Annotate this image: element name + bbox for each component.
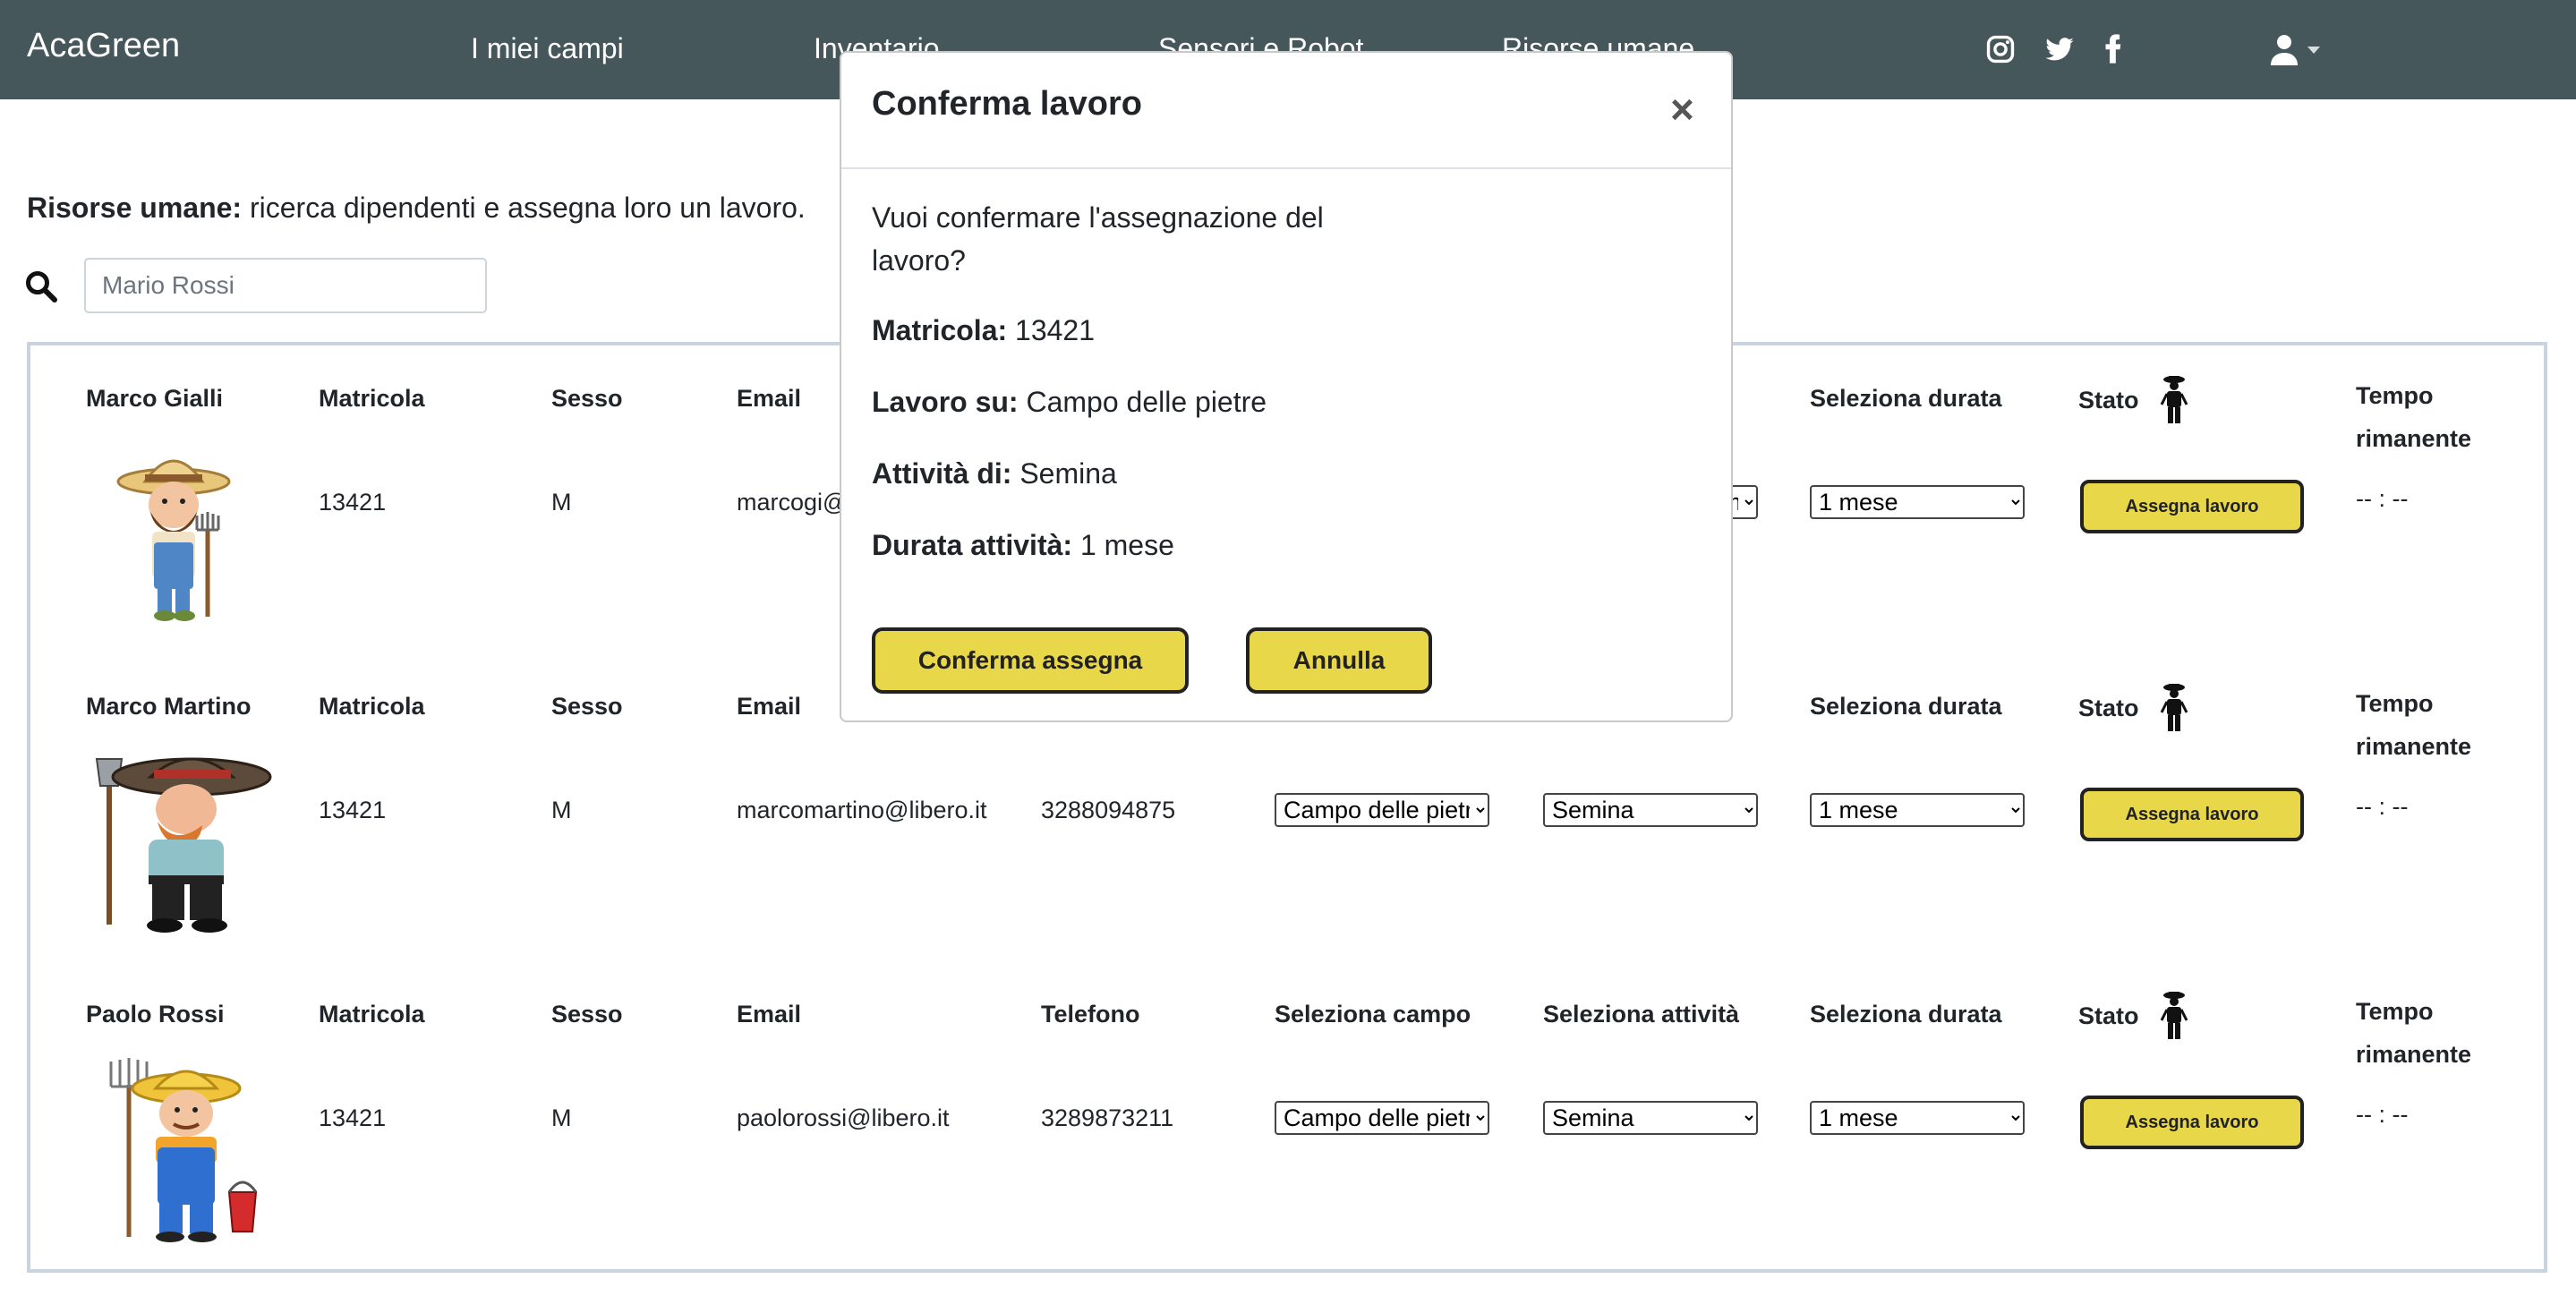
header-telefono: Telefono xyxy=(1041,1001,1140,1027)
assign-job-button[interactable]: Assegna lavoro xyxy=(2080,1096,2304,1149)
assign-job-button[interactable]: Assegna lavoro xyxy=(2080,480,2304,533)
employee-name: Marco Martino xyxy=(86,693,252,720)
header-durata: Seleziona durata xyxy=(1810,693,2002,720)
header-durata: Seleziona durata xyxy=(1810,385,2002,412)
header-email: Email xyxy=(737,385,802,412)
header-tempo: Tempo rimanente xyxy=(2356,690,2472,760)
modal-title: Conferma lavoro xyxy=(872,85,1142,123)
page-intro: Risorse umane: ricerca dipendenti e asse… xyxy=(27,192,806,225)
intro-text: ricerca dipendenti e assegna loro un lav… xyxy=(242,192,806,224)
header-sesso: Sesso xyxy=(551,1001,623,1027)
header-stato: Stato xyxy=(2078,695,2139,721)
employee-email: paolorossi@libero.it xyxy=(737,1104,950,1131)
farmer-avatar-3 xyxy=(109,1058,258,1242)
select-attivita[interactable]: Semina xyxy=(1543,793,1758,827)
modal-lavoro: Lavoro su: Campo delle pietre xyxy=(872,386,1267,419)
header-matricola: Matricola xyxy=(319,385,425,412)
header-tempo: Tempo rimanente xyxy=(2356,382,2472,452)
farmer-avatar-2 xyxy=(95,757,272,933)
confirm-assign-button[interactable]: Conferma assegna xyxy=(872,627,1189,694)
remaining-time: -- : -- xyxy=(2356,485,2409,512)
header-tempo: Tempo rimanente xyxy=(2356,998,2472,1068)
durata-label: Durata attività: xyxy=(872,529,1073,561)
chevron-down-icon xyxy=(2307,47,2320,54)
attivita-value: Semina xyxy=(1011,457,1117,490)
assign-job-button[interactable]: Assegna lavoro xyxy=(2080,788,2304,841)
worker-status-icon xyxy=(2160,684,2188,731)
header-campo: Seleziona campo xyxy=(1275,1001,1471,1027)
employee-name: Paolo Rossi xyxy=(86,1001,225,1027)
facebook-icon[interactable] xyxy=(2098,34,2128,64)
employee-matricola: 13421 xyxy=(319,1104,387,1131)
close-icon[interactable]: × xyxy=(1670,89,1694,130)
durata-value: 1 mese xyxy=(1072,529,1174,561)
farmer-avatar-1 xyxy=(116,459,231,621)
employee-email: marcogi@ xyxy=(737,489,848,516)
cancel-button[interactable]: Annulla xyxy=(1246,627,1432,694)
nav-link-miei-campi[interactable]: I miei campi xyxy=(471,32,624,65)
employee-name: Marco Gialli xyxy=(86,385,224,412)
header-stato: Stato xyxy=(2078,1002,2139,1029)
modal-header: Conferma lavoro × xyxy=(841,53,1731,169)
employee-matricola: 13421 xyxy=(319,489,387,516)
header-matricola: Matricola xyxy=(319,693,425,720)
header-durata: Seleziona durata xyxy=(1810,1001,2002,1027)
lavoro-value: Campo delle pietre xyxy=(1018,386,1267,418)
employee-sesso: M xyxy=(551,797,572,823)
worker-status-icon xyxy=(2160,376,2188,423)
matricola-label: Matricola: xyxy=(872,314,1008,346)
intro-title: Risorse umane: xyxy=(27,192,243,224)
modal-attivita: Attività di: Semina xyxy=(872,457,1117,490)
header-sesso: Sesso xyxy=(551,385,623,412)
header-email: Email xyxy=(737,693,802,720)
select-attivita[interactable]: Semina xyxy=(1543,1101,1758,1135)
modal-matricola: Matricola: 13421 xyxy=(872,314,1095,347)
matricola-value: 13421 xyxy=(1007,314,1096,346)
brand-logo[interactable]: AcaGreen xyxy=(27,27,180,65)
remaining-time: -- : -- xyxy=(2356,793,2409,820)
employee-email: marcomartino@libero.it xyxy=(737,797,987,823)
lavoro-label: Lavoro su: xyxy=(872,386,1019,418)
employee-matricola: 13421 xyxy=(319,797,387,823)
select-campo[interactable]: Campo delle pietre xyxy=(1275,793,1489,827)
modal-durata: Durata attività: 1 mese xyxy=(872,529,1174,562)
user-menu-dropdown[interactable] xyxy=(2270,34,2329,66)
employee-telefono: 3289873211 xyxy=(1041,1104,1174,1131)
header-attivita: Seleziona attività xyxy=(1543,1001,1740,1027)
employee-sesso: M xyxy=(551,1104,572,1131)
confirm-job-modal: Conferma lavoro × Vuoi confermare l'asse… xyxy=(840,51,1733,722)
instagram-icon[interactable] xyxy=(1985,34,2016,64)
select-durata[interactable]: 1 mese xyxy=(1810,485,2025,519)
select-campo[interactable]: Campo delle pietre xyxy=(1275,1101,1489,1135)
attivita-label: Attività di: xyxy=(872,457,1012,490)
remaining-time: -- : -- xyxy=(2356,1101,2409,1128)
header-sesso: Sesso xyxy=(551,693,623,720)
search-icon xyxy=(25,270,57,303)
twitter-icon[interactable] xyxy=(2044,34,2075,64)
header-matricola: Matricola xyxy=(319,1001,425,1027)
header-email: Email xyxy=(737,1001,802,1027)
user-icon xyxy=(2271,35,2320,65)
employee-telefono: 3288094875 xyxy=(1041,797,1176,823)
modal-question: Vuoi confermare l'assegnazione del lavor… xyxy=(872,201,1324,277)
search-input[interactable] xyxy=(84,258,487,313)
select-durata[interactable]: 1 mese xyxy=(1810,793,2025,827)
header-stato: Stato xyxy=(2078,387,2139,414)
employee-sesso: M xyxy=(551,489,572,516)
select-durata[interactable]: 1 mese xyxy=(1810,1101,2025,1135)
worker-status-icon xyxy=(2160,992,2188,1039)
